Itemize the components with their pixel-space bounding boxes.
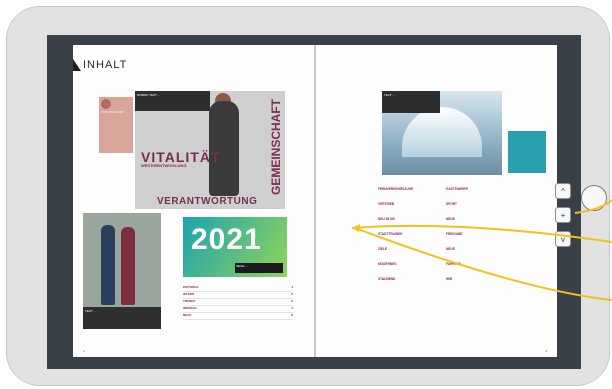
left-page[interactable]: INHALT 3 STUNDEN MIT ... RUBRIK TEXT ...…: [73, 45, 314, 357]
team-caption: TEXT ...: [83, 307, 161, 329]
right-page[interactable]: TEXT ... ... FERNVERKEHRSZUGE VERTRIEB N…: [316, 45, 557, 357]
cover-photo[interactable]: RUBRIK TEXT ... VITALITÄT WEITERENTWICKL…: [135, 91, 285, 209]
year-card[interactable]: 2021 NEUE ...: [183, 217, 287, 277]
list-item[interactable]: FAHRTEN: [446, 262, 546, 273]
page-number: 2: [83, 349, 85, 353]
train-strip: TEXT ...: [382, 91, 440, 113]
page-title: INHALT: [83, 59, 128, 71]
list-item[interactable]: WIR: [446, 277, 546, 288]
vitalitaet-sub: WEITERENTWICKLUNG: [141, 163, 187, 168]
list-item[interactable]: FREIGABE: [446, 232, 546, 243]
zoom-in-button[interactable]: +: [555, 207, 571, 223]
title-marker: [73, 59, 81, 71]
list-item[interactable]: NEUE: [446, 217, 546, 228]
badge-icon: [101, 99, 111, 109]
train-tunnel: [402, 107, 482, 157]
toc-column-right: GASTFAHRER SPORT NEUE FREIGABE NEUE FAHR…: [446, 187, 546, 292]
team-photo[interactable]: TEXT ...: [83, 213, 161, 329]
list-item[interactable]: EDITORIAL 4: [183, 285, 293, 292]
verantwortung-heading: VERANTWORTUNG: [157, 196, 258, 207]
hero-strip: RUBRIK TEXT ...: [135, 91, 210, 111]
list-item[interactable]: NEUE 8: [183, 313, 293, 320]
person-two: [121, 227, 135, 305]
list-item[interactable]: INTERN 5: [183, 292, 293, 299]
toc-list: EDITORIAL 4 INTERN 5 TRENDS 6 IMPRESS 7 …: [183, 285, 293, 320]
scroll-up-button[interactable]: ^: [555, 183, 571, 199]
list-item[interactable]: IMPRESS 7: [183, 306, 293, 313]
page-number: 3: [545, 349, 547, 353]
info-box: 3 STUNDEN MIT ...: [99, 97, 133, 153]
train-photo[interactable]: TEXT ...: [382, 91, 502, 175]
scroll-down-button[interactable]: v: [555, 231, 571, 247]
year-number: 2021: [191, 223, 262, 256]
list-item[interactable]: TRENDS 6: [183, 299, 293, 306]
teal-info-box: ...: [508, 131, 546, 173]
tablet-device: INHALT 3 STUNDEN MIT ... RUBRIK TEXT ...…: [6, 6, 610, 386]
list-item[interactable]: SPORT: [446, 202, 546, 213]
list-item[interactable]: NEUE: [446, 247, 546, 258]
info-box-text: 3 STUNDEN MIT ...: [101, 110, 128, 114]
list-item[interactable]: GASTFAHRER: [446, 187, 546, 198]
year-label: NEUE ...: [235, 263, 283, 273]
person-one: [101, 225, 115, 305]
gemeinschaft-heading: GEMEINSCHAFT: [269, 99, 283, 195]
home-button[interactable]: [581, 185, 607, 211]
magazine-viewer: INHALT 3 STUNDEN MIT ... RUBRIK TEXT ...…: [47, 35, 581, 369]
